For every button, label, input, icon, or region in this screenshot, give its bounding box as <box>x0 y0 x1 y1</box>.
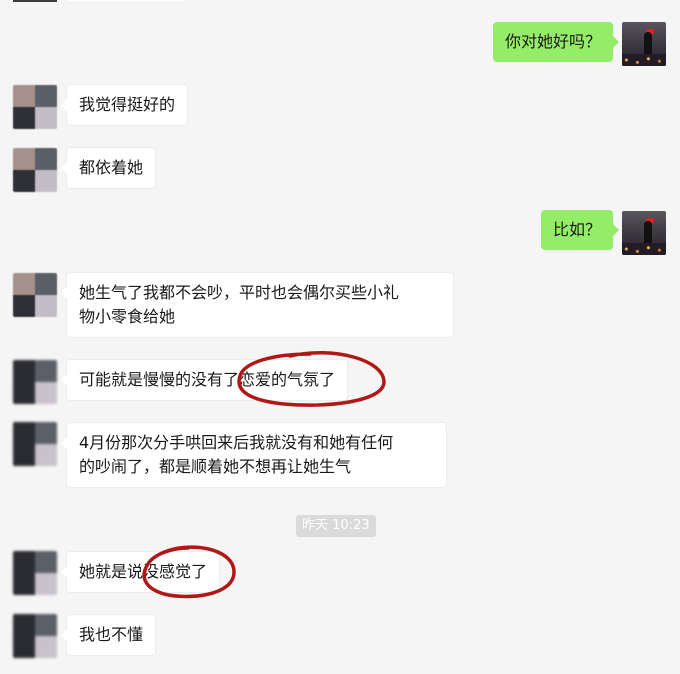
message-bubble-incoming[interactable]: 都依着她 <box>60 147 157 189</box>
friend-avatar[interactable] <box>13 360 57 404</box>
friend-avatar[interactable] <box>13 148 57 192</box>
timestamp-label: 昨天 10:23 <box>296 515 376 537</box>
my-avatar[interactable] <box>622 211 666 255</box>
message-bubble-incoming[interactable]: 4月份那次分手哄回来后我就没有和她有任何 的吵闹了，都是顺着她不想再让她生气 <box>61 422 447 488</box>
friend-avatar[interactable] <box>13 273 57 317</box>
message-bubble-incoming[interactable]: 我觉得挺好的 <box>60 84 189 126</box>
avatar <box>13 0 57 2</box>
message-bubble-outgoing[interactable]: 你对她好吗？ <box>492 22 620 62</box>
friend-avatar[interactable] <box>13 551 57 595</box>
message-bubble-incoming[interactable]: 她就是说没感觉了 <box>60 551 221 593</box>
friend-avatar[interactable] <box>13 85 57 129</box>
friend-avatar[interactable] <box>13 614 57 658</box>
message-bubble-incoming[interactable]: 我也不懂 <box>60 614 157 656</box>
message-bubble-outgoing[interactable]: 比如？ <box>540 210 620 250</box>
chat-window: 你对她好吗？ 我觉得挺好的 都依着她 比如？ 她生气了我都不会吵，平时也会偶尔买… <box>0 0 680 674</box>
message-bubble-incoming[interactable]: 她生气了我都不会吵，平时也会偶尔买些小礼 物小零食给她 <box>61 272 454 338</box>
friend-avatar[interactable] <box>13 422 57 466</box>
message-bubble-partial <box>66 0 186 3</box>
my-avatar[interactable] <box>622 22 666 66</box>
message-bubble-incoming[interactable]: 可能就是慢慢的没有了恋爱的气氛了 <box>60 359 349 401</box>
